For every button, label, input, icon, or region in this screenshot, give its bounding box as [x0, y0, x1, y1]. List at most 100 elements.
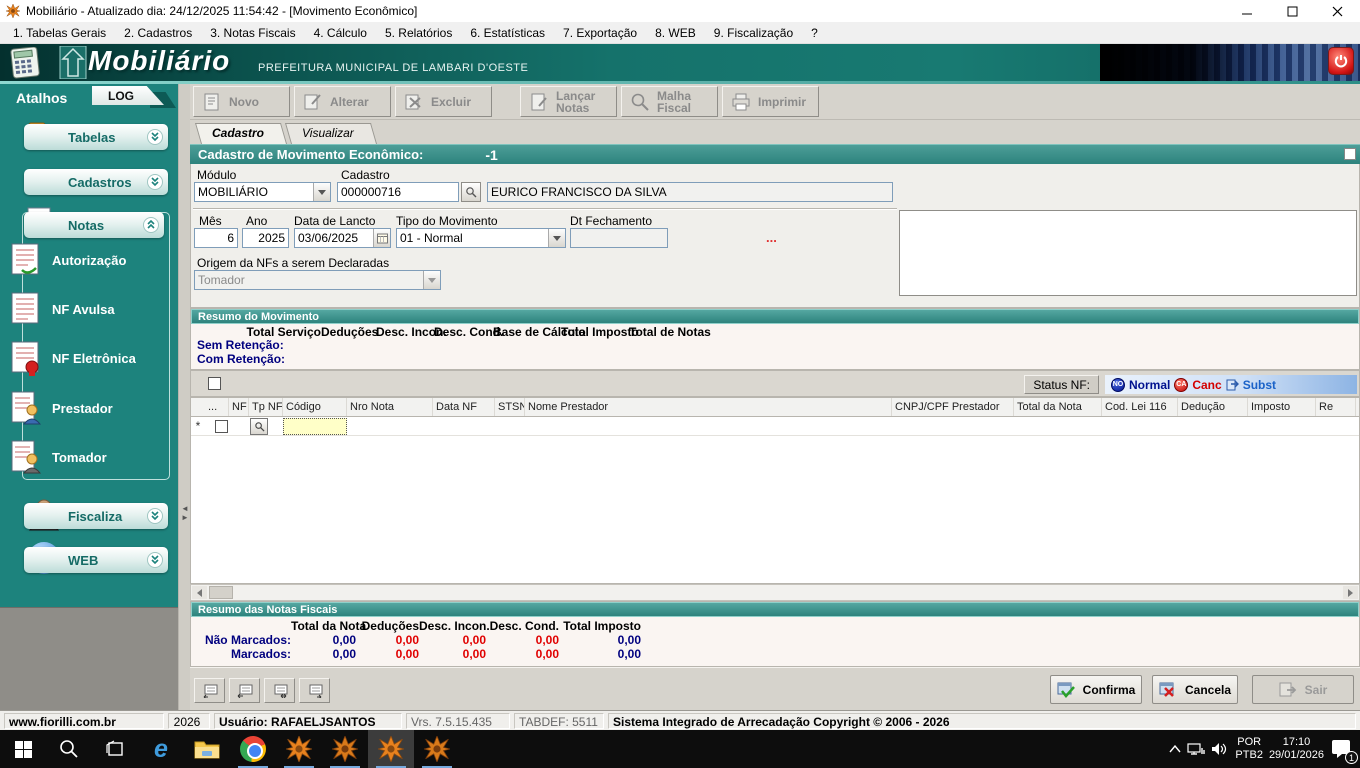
sidebar-item-prestador[interactable]: Prestador	[8, 390, 113, 426]
menu-help[interactable]: ?	[802, 24, 827, 42]
menu-notas-fiscais[interactable]: 3. Notas Fiscais	[201, 24, 304, 42]
sidebar-item-notas[interactable]: Notas	[24, 212, 164, 238]
taskbar-app2-icon[interactable]	[322, 730, 368, 768]
power-button[interactable]	[1328, 47, 1354, 75]
close-icon[interactable]	[1315, 0, 1360, 22]
chevron-down-icon[interactable]	[548, 229, 565, 247]
grid-hscrollbar[interactable]	[190, 584, 1360, 601]
data-lancto-input[interactable]: 03/06/2025	[294, 228, 391, 248]
row-search-button[interactable]	[250, 418, 268, 435]
grid-col-cnpj-prestador[interactable]: CNPJ/CPF Prestador	[892, 398, 1014, 416]
chevron-down-icon[interactable]	[147, 552, 163, 568]
grid-col-deducao[interactable]: Dedução	[1178, 398, 1248, 416]
cadastro-input[interactable]: 000000716	[337, 182, 459, 202]
menu-exportacao[interactable]: 7. Exportação	[554, 24, 646, 42]
clock[interactable]: 17:10 29/01/2026	[1269, 736, 1324, 762]
tipo-movimento-select[interactable]: 01 - Normal	[396, 228, 566, 248]
sidebar-item-tomador[interactable]: Tomador	[8, 439, 107, 475]
chevron-up-icon[interactable]	[143, 217, 159, 233]
menu-relatorios[interactable]: 5. Relatórios	[376, 24, 461, 42]
status-version: Vrs. 7.5.15.435	[406, 713, 510, 729]
nav-prev-button[interactable]	[229, 678, 260, 703]
origem-select[interactable]: Tomador	[194, 270, 441, 290]
chevron-down-icon[interactable]	[147, 508, 163, 524]
grid-col-tpnf[interactable]: Tp NF	[249, 398, 283, 416]
nav-last-button[interactable]	[299, 678, 330, 703]
menu-estatisticas[interactable]: 6. Estatísticas	[461, 24, 554, 42]
confirma-button[interactable]: Confirma	[1050, 675, 1142, 704]
sidebar-splitter[interactable]: ◄►	[178, 84, 190, 710]
malha-fiscal-button[interactable]: Malha Fiscal	[621, 86, 718, 117]
grid-col-imposto[interactable]: Imposto	[1248, 398, 1316, 416]
tab-cadastro[interactable]: Cadastro	[198, 123, 284, 144]
sidebar-item-nf-eletronica[interactable]: NF Eletrônica	[8, 340, 136, 376]
grid-col-total-nota[interactable]: Total da Nota	[1014, 398, 1102, 416]
language-indicator[interactable]: POR PTB2	[1235, 736, 1263, 762]
mes-input[interactable]: 6	[194, 228, 238, 248]
menu-cadastros[interactable]: 2. Cadastros	[115, 24, 201, 42]
scroll-left-icon[interactable]	[192, 586, 207, 599]
chevron-down-icon[interactable]	[147, 129, 163, 145]
sidebar-item-autorizacao[interactable]: Autorização	[8, 242, 126, 278]
log-tab[interactable]: LOG	[92, 86, 164, 105]
sidebar-item-nf-avulsa[interactable]: NF Avulsa	[8, 291, 115, 327]
chevron-down-icon	[423, 271, 440, 289]
taskbar-search-icon[interactable]	[46, 730, 92, 768]
ano-input[interactable]: 2025	[242, 228, 289, 248]
novo-button[interactable]: Novo	[193, 86, 290, 117]
codigo-edit-cell[interactable]	[283, 418, 347, 435]
grid-col-codigo[interactable]: Código	[283, 398, 347, 416]
taskbar-explorer-icon[interactable]	[184, 730, 230, 768]
menu-fiscalizacao[interactable]: 9. Fiscalização	[705, 24, 802, 42]
sair-button[interactable]: Sair	[1252, 675, 1354, 704]
observacao-box[interactable]	[899, 210, 1357, 296]
nav-first-button[interactable]	[194, 678, 225, 703]
grid-col-nome-prestador[interactable]: Nome Prestador	[525, 398, 892, 416]
menu-tabelas-gerais[interactable]: 1. Tabelas Gerais	[4, 24, 115, 42]
cancela-button[interactable]: Cancela	[1152, 675, 1238, 704]
tray-chevron-icon[interactable]	[1169, 745, 1181, 753]
lancar-notas-button[interactable]: Lançar Notas	[520, 86, 617, 117]
chevron-down-icon[interactable]	[147, 174, 163, 190]
sidebar-item-tabelas[interactable]: Tabelas	[24, 124, 168, 150]
chevron-down-icon[interactable]	[313, 183, 330, 201]
maximize-icon[interactable]	[1270, 0, 1315, 22]
excluir-button[interactable]: Excluir	[395, 86, 492, 117]
nav-next-button[interactable]	[264, 678, 295, 703]
menu-web[interactable]: 8. WEB	[646, 24, 705, 42]
sidebar-item-cadastros[interactable]: Cadastros	[24, 169, 168, 195]
taskbar-app3-icon-active[interactable]	[368, 730, 414, 768]
row-checkbox[interactable]	[215, 420, 228, 433]
task-view-icon[interactable]	[92, 730, 138, 768]
grid-col-dots[interactable]: ...	[205, 398, 229, 416]
grid-col-stsnf[interactable]: STSNF	[495, 398, 525, 416]
scroll-right-icon[interactable]	[1343, 586, 1358, 599]
action-center-icon[interactable]: 1	[1330, 737, 1354, 761]
grid-col-cod-lei[interactable]: Cod. Lei 116	[1102, 398, 1178, 416]
search-cadastro-button[interactable]	[461, 182, 481, 202]
grid-col-nro-nota[interactable]: Nro Nota	[347, 398, 433, 416]
grid-col-nf[interactable]: NF	[229, 398, 249, 416]
imprimir-button[interactable]: Imprimir	[722, 86, 819, 117]
grid-col-re[interactable]: Re	[1316, 398, 1356, 416]
network-icon[interactable]	[1187, 742, 1205, 756]
alterar-button[interactable]: Alterar	[294, 86, 391, 117]
taskbar-app1-icon[interactable]	[276, 730, 322, 768]
start-button[interactable]	[0, 730, 46, 768]
table-row[interactable]: *	[191, 417, 1359, 436]
magnifier-icon	[254, 421, 265, 432]
menu-calculo[interactable]: 4. Cálculo	[305, 24, 376, 42]
minimize-icon[interactable]	[1225, 0, 1270, 22]
tab-visualizar[interactable]: Visualizar	[288, 123, 374, 144]
calendar-icon[interactable]	[373, 229, 390, 247]
grid-col-data-nf[interactable]: Data NF	[433, 398, 495, 416]
volume-icon[interactable]	[1211, 742, 1229, 756]
taskbar-app4-icon[interactable]	[414, 730, 460, 768]
scrollbar-thumb[interactable]	[209, 586, 233, 599]
taskbar-chrome-icon[interactable]	[230, 730, 276, 768]
select-all-checkbox[interactable]	[208, 377, 221, 390]
taskbar-ie-icon[interactable]: e	[138, 730, 184, 768]
sidebar-item-web[interactable]: WEB	[24, 547, 168, 573]
sidebar-item-fiscaliza[interactable]: Fiscaliza	[24, 503, 168, 529]
modulo-select[interactable]: MOBILIÁRIO	[194, 182, 331, 202]
